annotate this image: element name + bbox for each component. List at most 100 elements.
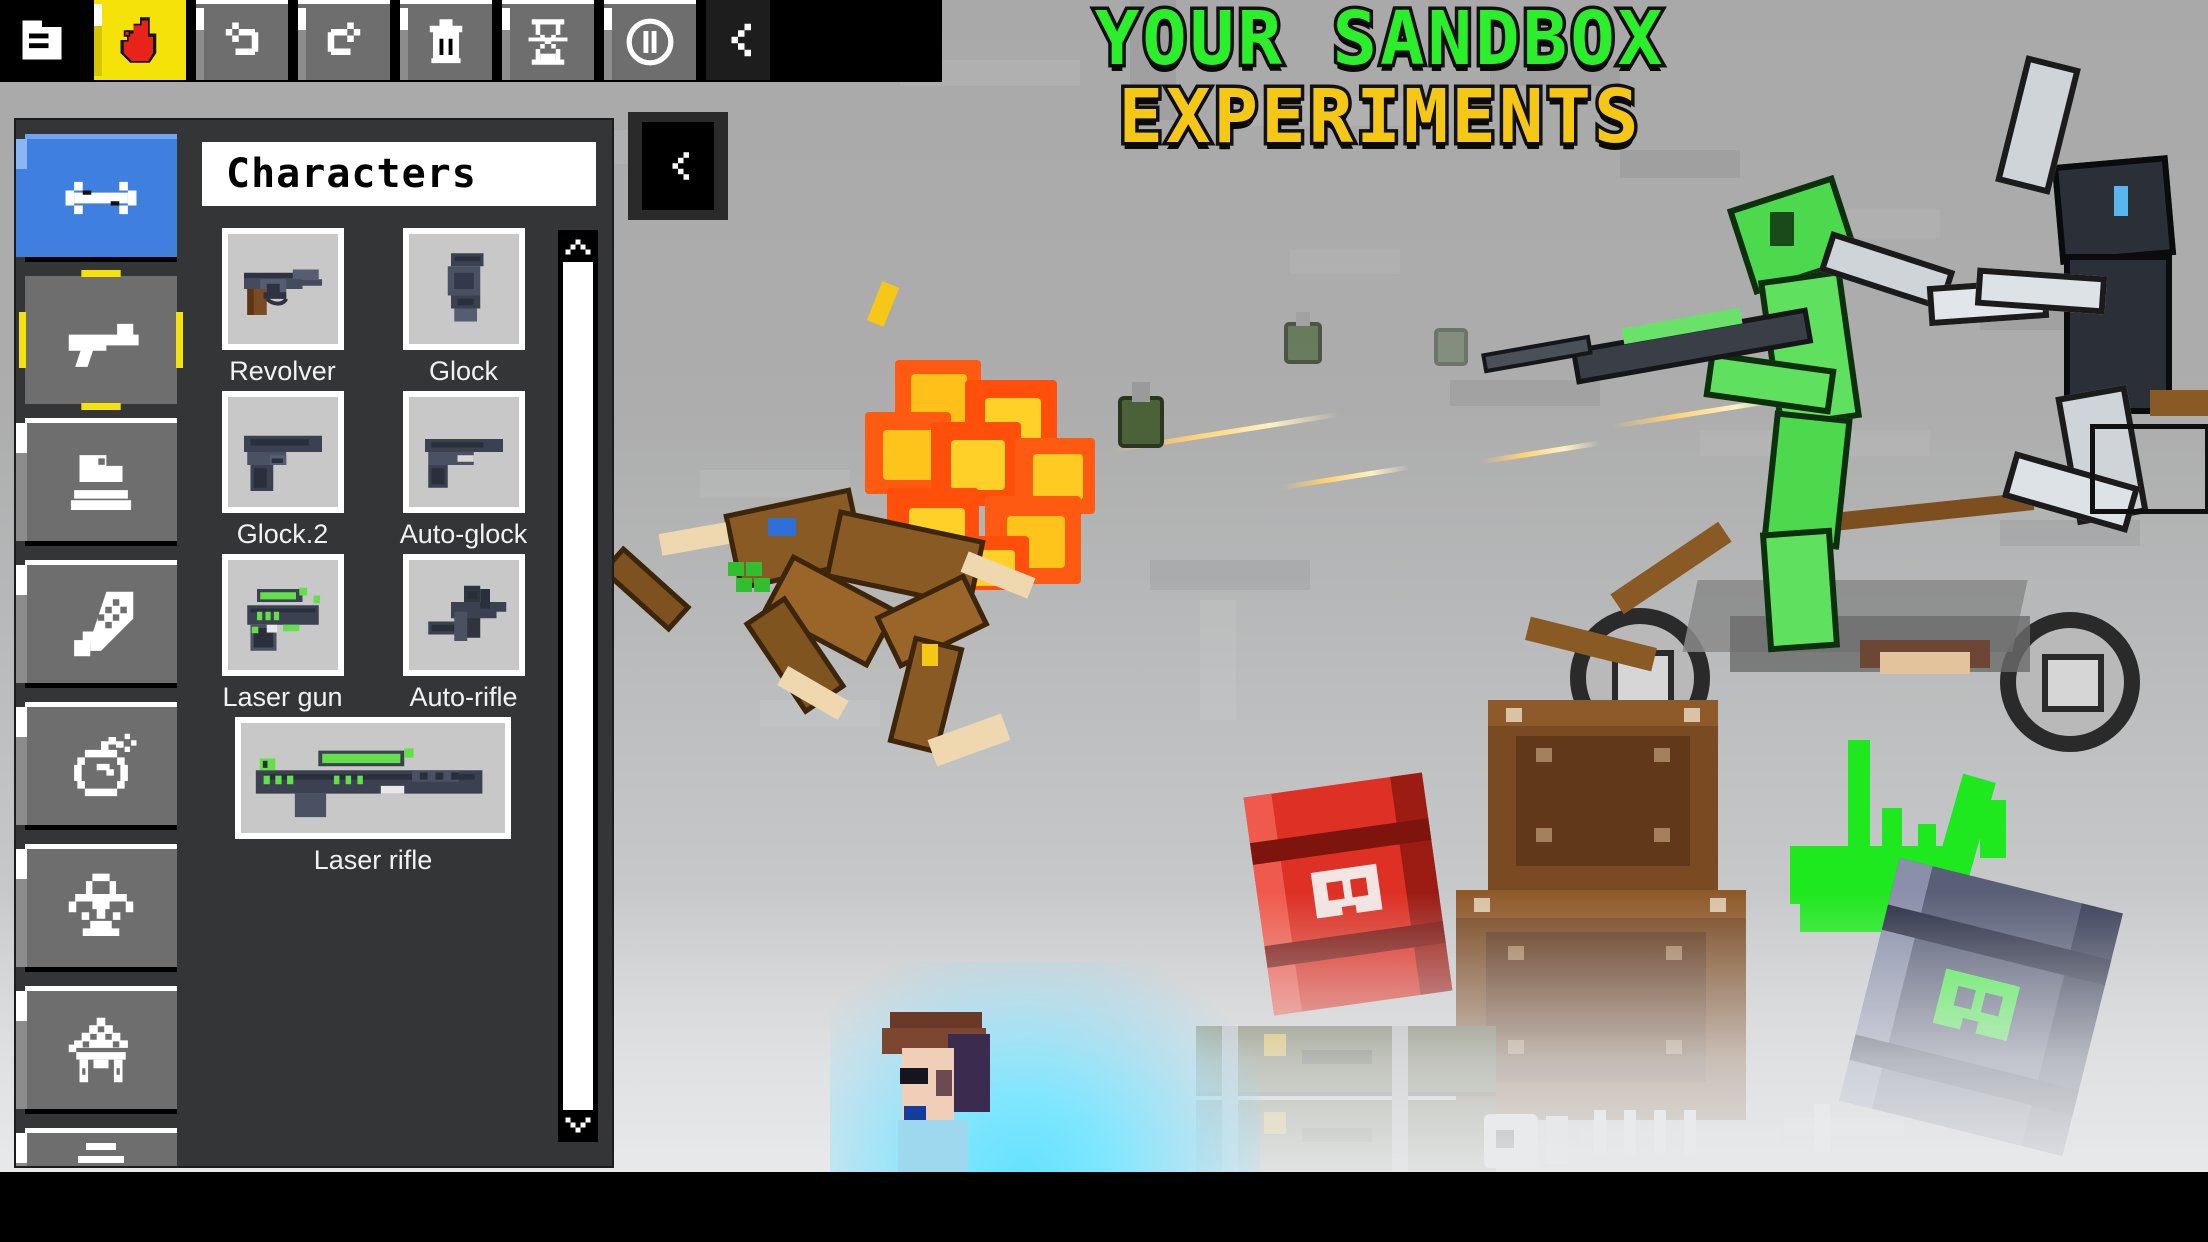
double-arrow-icon: [65, 181, 137, 215]
laserrifle-icon: [255, 748, 483, 818]
item-label: Auto-glock: [399, 519, 528, 549]
item-thumbnail[interactable]: [221, 228, 344, 350]
biohazard-icon: [68, 873, 134, 936]
glock-icon: [447, 253, 483, 322]
chevron-up-icon[interactable]: [563, 234, 593, 260]
autoglock-icon: [424, 439, 503, 488]
item-thumbnail[interactable]: [221, 391, 344, 513]
button-grip: [604, 8, 612, 80]
item-label: Glock: [428, 356, 499, 386]
sidebar-item-buildings[interactable]: [16, 986, 177, 1114]
items-grid: Revolver Glock Glock.2 Auto-glock Laser …: [196, 228, 556, 1166]
hand-icon: [120, 17, 157, 63]
scrollbar-thumb[interactable]: [563, 262, 593, 1110]
item-thumbnail[interactable]: [402, 228, 525, 350]
partial-icon: [78, 1143, 124, 1163]
item-glock[interactable]: Glock: [377, 228, 550, 387]
button-grip: [16, 565, 27, 683]
file-icon: [22, 20, 62, 60]
top-toolbar: [0, 0, 942, 82]
item-label: Revolver: [229, 356, 336, 386]
bullet-tracer: [1480, 440, 1600, 465]
item-laser-gun[interactable]: Laser gun: [196, 554, 369, 713]
item-auto-rifle[interactable]: Auto-rifle: [377, 554, 550, 713]
autorifle-icon: [427, 585, 506, 641]
item-label: Auto-rifle: [409, 682, 518, 712]
trash-icon: [429, 19, 463, 64]
button-grip: [16, 1133, 27, 1166]
wall-block: [1130, 0, 1176, 120]
wooden-crate-upper[interactable]: [1488, 700, 1718, 900]
button-grip: [16, 139, 27, 257]
collapse-panel-button[interactable]: [628, 112, 728, 220]
bottom-black-bar: [0, 1172, 2208, 1242]
slow-motion-button[interactable]: [502, 0, 594, 80]
bomb-icon: [74, 733, 137, 797]
item-thumbnail[interactable]: [402, 391, 525, 513]
item-label: Glock.2: [236, 519, 329, 549]
sidebar-item-connections[interactable]: [16, 134, 177, 262]
sidebar-item-objects[interactable]: [16, 418, 177, 546]
button-grip: [16, 991, 27, 1109]
grenade[interactable]: [1280, 312, 1328, 368]
item-thumbnail[interactable]: [402, 554, 525, 676]
chevron-down-icon[interactable]: [563, 1112, 593, 1138]
sidebar-item-hazards[interactable]: [16, 844, 177, 972]
human-character-water[interactable]: [876, 1012, 1006, 1172]
gun-icon: [68, 323, 139, 367]
button-grip: [16, 707, 27, 825]
item-label: Laser rifle: [313, 845, 433, 875]
sidebar-item-guns[interactable]: [25, 276, 177, 404]
button-grip: [196, 8, 204, 80]
sword-icon: [74, 591, 134, 657]
object-icon: [70, 455, 132, 510]
item-revolver[interactable]: Revolver: [196, 228, 369, 387]
hand-tool-button[interactable]: [94, 0, 186, 80]
item-thumbnail[interactable]: [221, 554, 344, 676]
undo-button[interactable]: [196, 0, 288, 80]
panel-title: Characters: [202, 142, 596, 206]
pause-button[interactable]: [604, 0, 696, 80]
grenade[interactable]: [1110, 382, 1172, 452]
button-grip: [502, 8, 510, 80]
platform-outline: [2090, 424, 2208, 514]
sidebar-item-more[interactable]: [16, 1128, 177, 1166]
delete-all-button[interactable]: [400, 0, 492, 80]
redo-icon: [327, 22, 361, 55]
game-screen: YOUR SANDBOX EXPERIMENTS Characters Revo…: [0, 0, 2208, 1242]
pause-icon: [626, 18, 674, 66]
sidebar-item-explosives[interactable]: [16, 702, 177, 830]
wall-block: [1620, 150, 1740, 178]
item-auto-glock[interactable]: Auto-glock: [377, 391, 550, 550]
grenade[interactable]: [1430, 320, 1474, 372]
house-icon: [68, 1017, 128, 1083]
debris: [866, 281, 900, 327]
undo-icon: [225, 22, 259, 55]
button-grip: [298, 8, 306, 80]
redo-button[interactable]: [298, 0, 390, 80]
glock2-icon: [243, 435, 322, 491]
button-grip: [400, 8, 408, 80]
wall-block: [1200, 600, 1236, 720]
item-laser-rifle[interactable]: Laser rifle: [196, 717, 550, 876]
debris: [922, 644, 938, 666]
sidebar-item-melee[interactable]: [16, 560, 177, 688]
item-label: Laser gun: [222, 682, 343, 712]
button-grip: [94, 4, 102, 76]
items-scrollbar[interactable]: [558, 230, 598, 1142]
lasergun-icon: [246, 587, 320, 651]
wall-block: [1290, 250, 1400, 274]
item-glock-2[interactable]: Glock.2: [196, 391, 369, 550]
ragdoll-brown[interactable]: [600, 487, 1036, 820]
panel-content: Characters Revolver Glock Glock.2 Auto-g…: [186, 120, 612, 1166]
item-picker-panel: Characters Revolver Glock Glock.2 Auto-g…: [14, 118, 614, 1168]
collapse-toolbar-button[interactable]: [706, 0, 770, 80]
chevron-left-icon: [731, 23, 751, 57]
revolver-icon: [243, 269, 322, 315]
file-menu-button[interactable]: [0, 0, 84, 80]
wall-block: [1490, 60, 1620, 86]
wall-block: [1150, 560, 1310, 590]
hourglass-icon: [528, 19, 568, 65]
chevron-left-icon: [672, 152, 689, 180]
item-thumbnail[interactable]: [235, 717, 511, 839]
